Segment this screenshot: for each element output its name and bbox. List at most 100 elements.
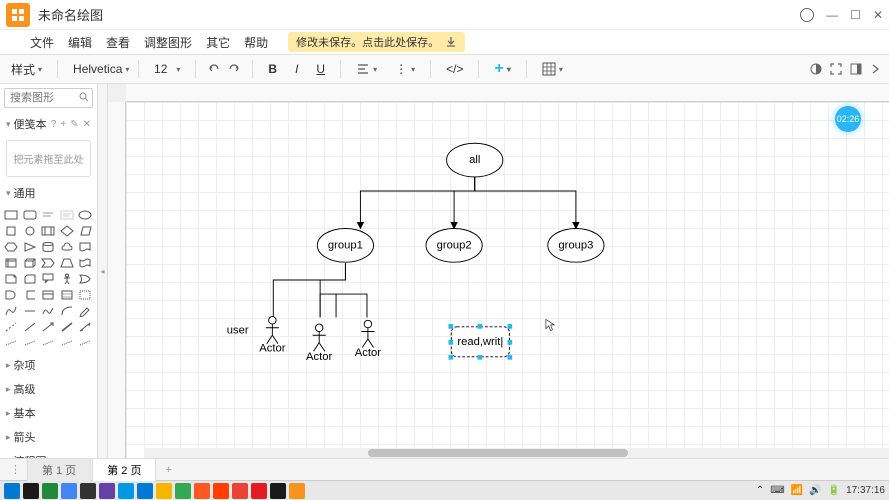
shape-pencil-icon[interactable] xyxy=(77,304,93,318)
format-panel-icon[interactable] xyxy=(849,62,863,76)
hscrollbar[interactable] xyxy=(144,448,889,458)
panel-flowchart[interactable]: ▸流程图 xyxy=(0,449,97,458)
shape-datastore[interactable] xyxy=(22,288,38,302)
taskbar-app-6[interactable] xyxy=(118,483,134,499)
tab-add-button[interactable]: + xyxy=(157,464,179,476)
node-editing-text[interactable]: read,writ| xyxy=(457,336,503,348)
shape-circle[interactable] xyxy=(22,224,38,238)
shape-cube[interactable] xyxy=(22,256,38,270)
shape-triangle[interactable] xyxy=(22,240,38,254)
shape-roundrect[interactable] xyxy=(22,208,38,222)
bold-button[interactable]: B xyxy=(263,59,282,79)
taskbar-app-11[interactable] xyxy=(213,483,229,499)
underline-button[interactable]: U xyxy=(311,59,330,79)
taskbar-start[interactable] xyxy=(4,483,20,499)
shape-hexagon[interactable] xyxy=(3,240,19,254)
shape-edge5[interactable] xyxy=(77,336,93,350)
taskbar-app-12[interactable] xyxy=(232,483,248,499)
tray-clock[interactable]: 17:37:16 xyxy=(846,485,885,496)
minimize-button[interactable]: — xyxy=(826,8,838,22)
shape-freehand[interactable] xyxy=(40,304,56,318)
scratch-edit-icon[interactable]: ✎ xyxy=(70,119,78,130)
shape-square[interactable] xyxy=(3,224,19,238)
search-icon[interactable] xyxy=(79,92,89,102)
taskbar-app-8[interactable] xyxy=(156,483,172,499)
taskbar-app-3[interactable] xyxy=(61,483,77,499)
maximize-button[interactable]: ☐ xyxy=(850,8,861,22)
tabs-menu-button[interactable]: ⋮ xyxy=(4,463,27,476)
taskbar-app-7[interactable] xyxy=(137,483,153,499)
taskbar-app-2[interactable] xyxy=(42,483,58,499)
unsaved-notice[interactable]: 修改未保存。点击此处保存。 xyxy=(288,32,465,52)
shape-edge2[interactable] xyxy=(22,336,38,350)
style-dropdown[interactable]: 样式▾ xyxy=(6,58,47,81)
shape-list2[interactable] xyxy=(77,288,93,302)
close-button[interactable]: ✕ xyxy=(873,8,883,22)
shape-actor[interactable] xyxy=(59,272,75,286)
shape-rect[interactable] xyxy=(3,208,19,222)
shape-ellipse[interactable] xyxy=(77,208,93,222)
shape-tape[interactable] xyxy=(77,256,93,270)
shape-curve[interactable] xyxy=(3,304,19,318)
shape-list[interactable] xyxy=(59,288,75,302)
panel-basic[interactable]: ▸基本 xyxy=(0,401,97,425)
actor-1[interactable] xyxy=(266,317,279,344)
shape-diamond[interactable] xyxy=(59,224,75,238)
insert-dropdown[interactable]: +▾ xyxy=(489,57,515,81)
align-dropdown[interactable]: ▾ xyxy=(351,59,382,79)
panel-misc[interactable]: ▸杂项 xyxy=(0,353,97,377)
actor-2[interactable] xyxy=(313,324,326,351)
scratch-help-icon[interactable]: ? xyxy=(51,119,57,130)
shape-card[interactable] xyxy=(22,272,38,286)
undo-button[interactable] xyxy=(206,62,220,76)
collapse-icon[interactable] xyxy=(869,62,883,76)
shape-edge1[interactable] xyxy=(3,336,19,350)
shape-step[interactable] xyxy=(40,256,56,270)
taskbar-app-10[interactable] xyxy=(194,483,210,499)
shape-textbox[interactable] xyxy=(59,208,75,222)
tray-network-icon[interactable]: 📶 xyxy=(791,485,803,496)
taskbar-app-14[interactable] xyxy=(270,483,286,499)
drawing-canvas[interactable]: all group1 group2 group3 user Actor xyxy=(126,102,889,458)
taskbar-app-1[interactable] xyxy=(23,483,39,499)
code-button[interactable]: </> xyxy=(441,59,468,79)
menu-view[interactable]: 查看 xyxy=(106,34,130,51)
scratch-add-icon[interactable]: + xyxy=(60,119,66,130)
shape-process[interactable] xyxy=(40,224,56,238)
tab-page-2[interactable]: 第 2 页 xyxy=(92,458,156,481)
scratch-close-icon[interactable]: ✕ xyxy=(83,119,91,130)
shape-callout[interactable] xyxy=(40,272,56,286)
font-size-dropdown[interactable]: 12▾ xyxy=(149,59,185,79)
shape-link-line[interactable] xyxy=(22,320,38,334)
shape-edge4[interactable] xyxy=(59,336,75,350)
menu-edit[interactable]: 编辑 xyxy=(68,34,92,51)
taskbar-app-9[interactable] xyxy=(175,483,191,499)
panel-general[interactable]: ▾通用 xyxy=(0,181,97,205)
panel-advanced[interactable]: ▸高级 xyxy=(0,377,97,401)
shape-and[interactable] xyxy=(3,288,19,302)
taskbar-app-4[interactable] xyxy=(80,483,96,499)
menu-help[interactable]: 帮助 xyxy=(244,34,268,51)
download-icon[interactable] xyxy=(445,36,457,48)
shape-container[interactable] xyxy=(40,288,56,302)
italic-button[interactable]: I xyxy=(290,59,303,79)
tray-volume-icon[interactable]: 🔊 xyxy=(809,485,821,496)
actor-3[interactable] xyxy=(361,320,374,347)
panel-arrows[interactable]: ▸箭头 xyxy=(0,425,97,449)
font-family-dropdown[interactable]: Helvetica▾ xyxy=(68,59,128,79)
shape-note[interactable] xyxy=(3,272,19,286)
taskbar-app-15[interactable] xyxy=(289,483,305,499)
shape-internal-storage[interactable] xyxy=(3,256,19,270)
sidebar-collapse-handle[interactable]: ◂ xyxy=(98,84,108,458)
shape-link-arrow[interactable] xyxy=(40,320,56,334)
shape-hline[interactable] xyxy=(22,304,38,318)
shape-link-bidir[interactable] xyxy=(77,320,93,334)
menu-arrange[interactable]: 调整图形 xyxy=(144,34,192,51)
shape-document[interactable] xyxy=(77,240,93,254)
tab-page-1[interactable]: 第 1 页 xyxy=(27,458,91,481)
shape-cylinder[interactable] xyxy=(40,240,56,254)
table-dropdown[interactable]: ▾ xyxy=(537,59,568,79)
shape-edge3[interactable] xyxy=(40,336,56,350)
more-format-dropdown[interactable]: ⋮▾ xyxy=(390,59,420,79)
shape-arc[interactable] xyxy=(59,304,75,318)
